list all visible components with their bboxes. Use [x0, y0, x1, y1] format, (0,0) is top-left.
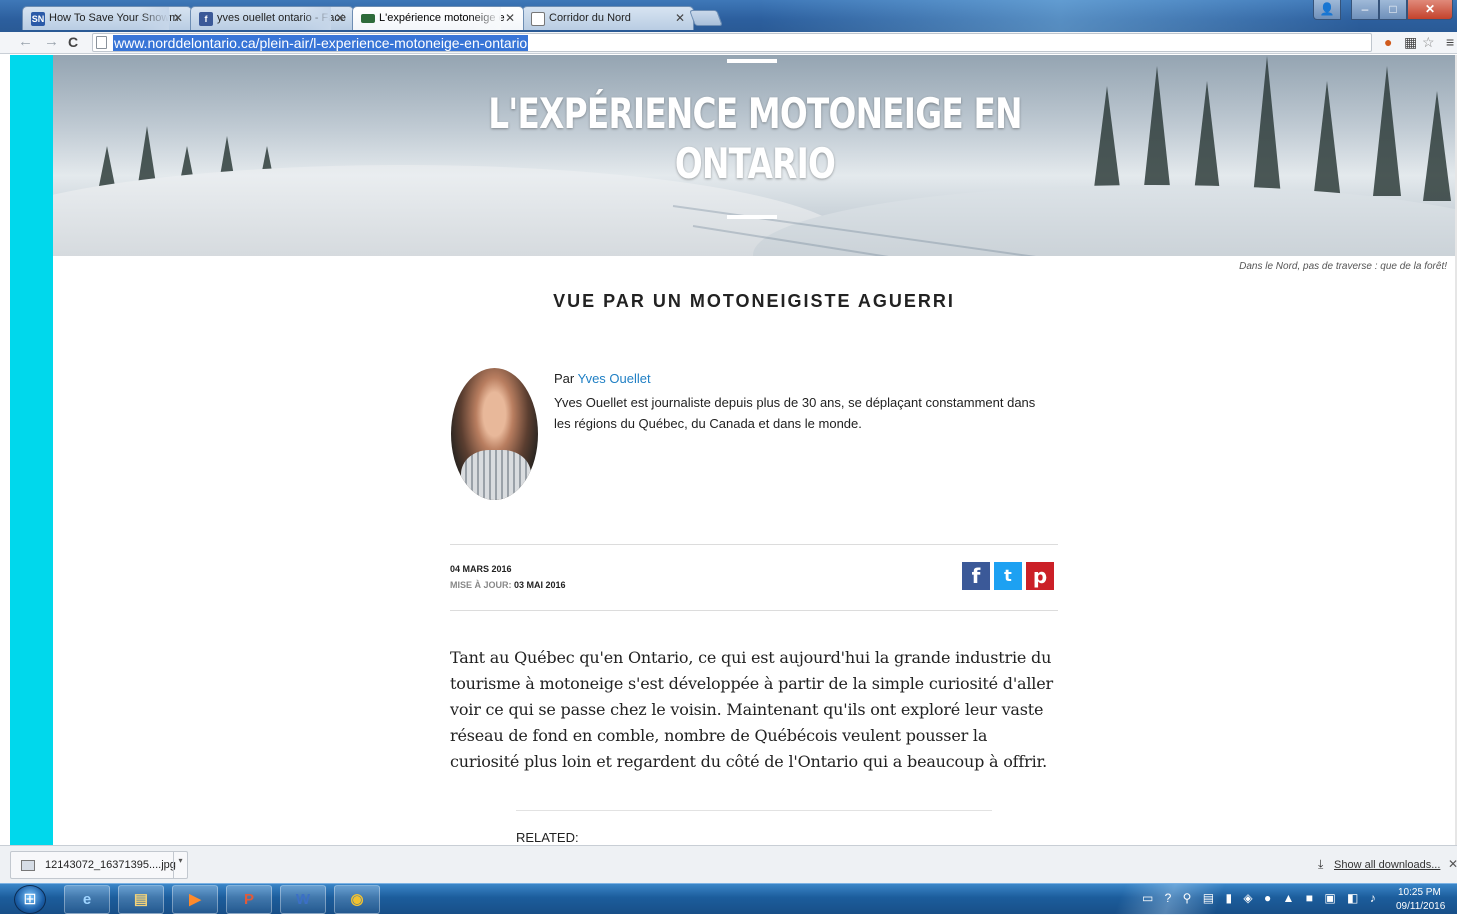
tab-facebook[interactable]: f yves ouellet ontario - Face ✕ [190, 6, 354, 30]
chevron-down-icon[interactable]: ▾ [173, 852, 187, 878]
start-button[interactable]: ⊞ [14, 885, 46, 914]
extension-icon[interactable]: ● [1384, 34, 1392, 50]
accent-sidebar [10, 55, 53, 845]
image-file-icon [21, 860, 35, 871]
browser-tab-strip: SN How To Save Your Snowm ✕ f yves ouell… [0, 0, 1457, 32]
tab-snowmobile[interactable]: SN How To Save Your Snowm ✕ [22, 6, 192, 30]
chrome-icon[interactable]: ◉ [334, 885, 380, 914]
clock-time[interactable]: 10:25 PM [1398, 887, 1441, 898]
title-dash-bottom [727, 215, 777, 219]
url-text[interactable]: www.norddelontario.ca/plein-air/l-experi… [113, 35, 529, 51]
article-body: Tant au Québec qu'en Ontario, ce qui est… [450, 648, 1053, 771]
close-icon[interactable]: ✕ [1448, 857, 1457, 871]
window-controls: 👤 – □ ✕ [1313, 0, 1453, 20]
title-dash-top [727, 59, 777, 63]
hero-image: L'EXPÉRIENCE MOTONEIGE EN ONTARIO [53, 55, 1457, 256]
page-left-edge [0, 55, 10, 845]
title-line-2: ONTARIO [674, 139, 836, 188]
image-caption: Dans le Nord, pas de traverse : que de l… [1239, 261, 1447, 272]
updated-label: MISE À JOUR: [450, 580, 512, 590]
tab-motoneige-active[interactable]: L'expérience motoneige e ✕ [352, 6, 524, 30]
close-icon[interactable]: ✕ [505, 11, 515, 25]
close-icon[interactable]: ✕ [675, 11, 685, 25]
downloads-bar: 12143072_16371395....jpg ▾ ⤓ Show all do… [0, 845, 1457, 883]
sn-favicon-icon: SN [31, 12, 45, 26]
minimize-icon[interactable]: – [1351, 0, 1379, 20]
menu-icon[interactable]: ≡ [1446, 34, 1454, 50]
twitter-share-button[interactable]: t [994, 562, 1022, 590]
title-bar-glow [760, 0, 1360, 32]
bookmark-star-icon[interactable]: ☆ [1422, 34, 1435, 51]
page-favicon-icon [531, 12, 545, 26]
tab-fade [139, 7, 169, 30]
publish-date: 04 MARS 2016 [450, 564, 512, 574]
related-divider [516, 810, 992, 811]
reload-icon[interactable]: C [68, 34, 78, 50]
system-tray[interactable]: ▭ ? ⚲ ▤ ▮ ◈ ● ▲ ■ ▣ ◧ ♪ [1142, 891, 1380, 905]
close-icon[interactable]: ✕ [173, 11, 183, 25]
address-bar[interactable]: www.norddelontario.ca/plein-air/l-experi… [92, 33, 1372, 52]
back-arrow-icon[interactable]: ← [18, 33, 33, 50]
tab-corridor-du-nord[interactable]: Corridor du Nord ✕ [522, 6, 694, 30]
author-bio: Yves Ouellet est journaliste depuis plus… [554, 395, 1036, 431]
word-icon[interactable]: W [280, 885, 326, 914]
facebook-favicon-icon: f [199, 12, 213, 26]
updated-value: 03 MAI 2016 [514, 580, 566, 590]
avatar-shirt [461, 450, 531, 500]
related-label: RELATED: [516, 830, 579, 845]
page-title: L'EXPÉRIENCE MOTONEIGE EN ONTARIO [207, 89, 1302, 189]
facebook-share-button[interactable]: f [962, 562, 990, 590]
byline: Par Yves Ouellet [554, 371, 651, 386]
author-link[interactable]: Yves Ouellet [578, 371, 651, 386]
clock-date[interactable]: 09/11/2016 [1396, 901, 1445, 912]
article-subtitle: VUE PAR UN MOTONEIGISTE AGUERRI [553, 291, 955, 311]
user-icon[interactable]: 👤 [1313, 0, 1341, 20]
powerpoint-icon[interactable]: P [226, 885, 272, 914]
file-explorer-icon[interactable]: ▤ [118, 885, 164, 914]
internet-explorer-icon[interactable]: e [64, 885, 110, 914]
pinterest-share-button[interactable]: p [1026, 562, 1054, 590]
divider [450, 544, 1058, 545]
media-player-icon[interactable]: ▶ [172, 885, 218, 914]
download-item[interactable]: 12143072_16371395....jpg ▾ [10, 851, 188, 879]
new-tab-button[interactable] [689, 10, 723, 26]
tab-label: Corridor du Nord [549, 12, 631, 24]
divider [450, 610, 1058, 611]
updated-date: MISE À JOUR: 03 MAI 2016 [450, 580, 566, 590]
browser-toolbar: ← → C www.norddelontario.ca/plein-air/l-… [0, 32, 1457, 54]
byline-prefix: Par [554, 371, 575, 386]
site-favicon-icon [361, 14, 375, 23]
web-page: L'EXPÉRIENCE MOTONEIGE EN ONTARIO Dans l… [0, 55, 1457, 845]
title-line-1: L'EXPÉRIENCE MOTONEIGE EN [488, 89, 1022, 138]
forward-arrow-icon[interactable]: → [44, 33, 59, 50]
author-avatar [451, 368, 538, 500]
translate-icon[interactable]: ▦ [1404, 34, 1417, 51]
download-file-name: 12143072_16371395....jpg [45, 859, 176, 871]
tab-fade [471, 7, 501, 30]
page-icon [96, 36, 107, 49]
close-icon[interactable]: ✕ [335, 11, 345, 25]
tab-fade [301, 7, 331, 30]
close-window-icon[interactable]: ✕ [1407, 0, 1453, 20]
maximize-icon[interactable]: □ [1379, 0, 1407, 20]
windows-taskbar: ⊞ e ▤ ▶ P W ◉ ▭ ? ⚲ ▤ ▮ ◈ ● ▲ ■ ▣ ◧ ♪ 10… [0, 883, 1457, 915]
download-icon: ⤓ [1318, 857, 1324, 871]
show-all-downloads-link[interactable]: Show all downloads... [1334, 859, 1440, 871]
